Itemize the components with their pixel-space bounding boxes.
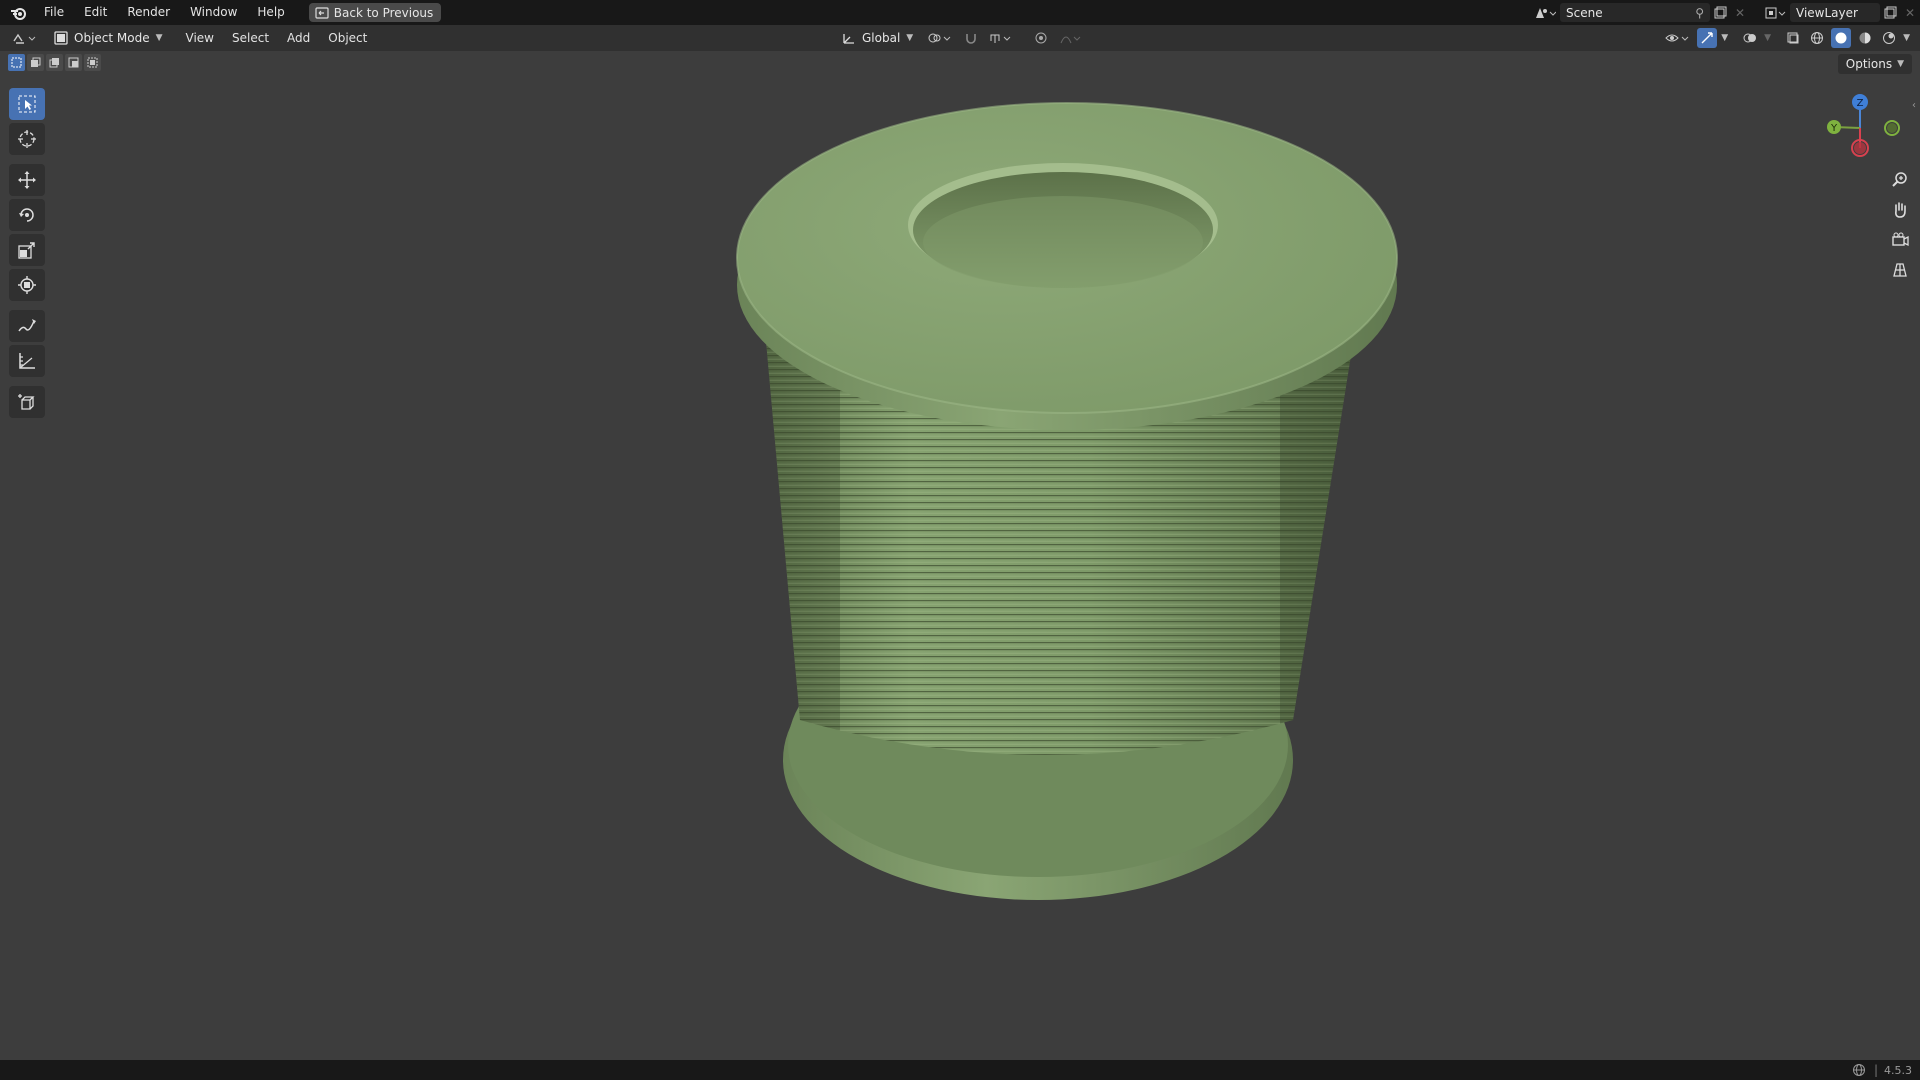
menu-file[interactable]: File <box>34 0 74 25</box>
scene-name: Scene <box>1566 5 1603 20</box>
chevron-down-icon: ▼ <box>906 33 914 43</box>
menu-help[interactable]: Help <box>247 0 294 25</box>
select-subtract-icon[interactable] <box>46 54 63 71</box>
mode-dropdown[interactable]: Object Mode ▼ <box>48 28 169 48</box>
status-divider: | <box>1873 1063 1878 1077</box>
back-to-previous-button[interactable]: Back to Previous <box>308 3 442 22</box>
tool-rotate[interactable] <box>9 199 45 231</box>
select-new-icon[interactable] <box>8 54 25 71</box>
tool-select-box[interactable] <box>9 88 45 120</box>
viewport-display-controls: ▼ ▼ ▼ <box>1663 25 1910 51</box>
delete-scene-icon[interactable]: ✕ <box>1730 3 1750 23</box>
snap-target-icon[interactable] <box>987 28 1017 48</box>
selection-mode-buttons <box>8 54 101 71</box>
wireframe-shading-icon[interactable] <box>1807 28 1827 48</box>
blender-logo-icon[interactable] <box>4 0 34 25</box>
orientation-icon <box>843 34 854 44</box>
tool-annotate[interactable] <box>9 310 45 342</box>
transform-orientation-dropdown[interactable]: Global ▼ <box>836 28 919 48</box>
gizmo-dropdown-icon[interactable]: ▼ <box>1721 33 1728 43</box>
object-mode-icon <box>54 31 68 45</box>
rotate-icon <box>19 208 34 222</box>
menu-render[interactable]: Render <box>117 0 180 25</box>
view-layer-selector[interactable]: ViewLayer <box>1790 3 1880 22</box>
tool-add-cube[interactable] <box>9 386 45 418</box>
zoom-icon[interactable] <box>1888 168 1912 192</box>
select-extend-icon[interactable] <box>27 54 44 71</box>
back-to-previous-label: Back to Previous <box>333 5 434 20</box>
tool-move[interactable] <box>9 164 45 196</box>
new-scene-icon[interactable] <box>1710 3 1730 23</box>
measure-icon <box>19 353 35 369</box>
viewport-3d-object[interactable] <box>700 90 1420 920</box>
pivot-point-icon[interactable] <box>925 28 955 48</box>
tool-scale[interactable] <box>9 234 45 266</box>
view-layer-icon[interactable] <box>1760 3 1790 23</box>
pan-hand-icon[interactable] <box>1888 198 1912 222</box>
tool-measure[interactable] <box>9 345 45 377</box>
scene-icon[interactable] <box>1530 3 1560 23</box>
snap-toggle-icon[interactable] <box>961 28 981 48</box>
scale-icon <box>18 242 35 259</box>
delete-view-layer-icon[interactable]: ✕ <box>1900 3 1920 23</box>
select-box-icon <box>18 95 36 113</box>
menu-view[interactable]: View <box>177 25 223 51</box>
gizmo-z-label: Z <box>1857 98 1864 109</box>
camera-view-icon[interactable] <box>1888 228 1912 252</box>
overlays-dropdown-icon[interactable]: ▼ <box>1764 33 1771 43</box>
transform-icon <box>18 276 36 294</box>
view-layer-name: ViewLayer <box>1796 5 1858 20</box>
menu-edit[interactable]: Edit <box>74 0 117 25</box>
status-bar: | 4.5.3 <box>0 1060 1920 1080</box>
mode-label: Object Mode <box>74 31 150 45</box>
gizmo-toggle-icon[interactable] <box>1697 28 1718 48</box>
pin-icon[interactable]: ⚲ <box>1695 6 1704 20</box>
move-icon <box>18 171 36 189</box>
menu-window[interactable]: Window <box>180 0 247 25</box>
visibility-icon[interactable] <box>1663 28 1693 48</box>
menu-add[interactable]: Add <box>278 25 319 51</box>
new-view-layer-icon[interactable] <box>1880 3 1900 23</box>
sidebar-toggle-icon[interactable]: ‹ <box>1912 100 1920 116</box>
network-globe-icon <box>1852 1064 1865 1076</box>
add-cube-icon <box>18 394 35 410</box>
transform-controls: Global ▼ <box>836 25 1083 51</box>
chevron-down-icon: ▼ <box>155 33 163 43</box>
tool-transform[interactable] <box>9 269 45 301</box>
gizmo-y-label: Y <box>1830 123 1838 134</box>
cursor-icon <box>18 130 36 148</box>
orientation-label: Global <box>862 31 901 45</box>
tool-shelf <box>9 88 45 421</box>
top-right-controls: Scene ⚲ ✕ ViewLayer ✕ <box>1530 0 1920 25</box>
version-label: 4.5.3 <box>1884 1063 1912 1077</box>
overlays-toggle-icon[interactable] <box>1740 28 1760 48</box>
viewport-nav-buttons <box>1888 168 1912 282</box>
rendered-shading-icon[interactable] <box>1879 28 1899 48</box>
viewport-header: Object Mode ▼ View Select Add Object Glo… <box>0 25 1920 51</box>
solid-shading-icon[interactable] <box>1831 28 1852 48</box>
scene-selector[interactable]: Scene ⚲ <box>1560 3 1710 22</box>
options-label: Options <box>1845 57 1893 71</box>
shading-dropdown-icon[interactable]: ▼ <box>1903 33 1910 43</box>
falloff-icon[interactable] <box>1057 28 1083 48</box>
navigation-gizmo[interactable]: Z Y <box>1806 90 1906 170</box>
menu-object[interactable]: Object <box>319 25 376 51</box>
tool-cursor[interactable] <box>9 123 45 155</box>
top-bar: File Edit Render Window Help Back to Pre… <box>0 0 1920 25</box>
proportional-editing-icon[interactable] <box>1031 28 1051 48</box>
back-icon <box>315 6 329 19</box>
select-invert-icon[interactable] <box>65 54 82 71</box>
menu-select[interactable]: Select <box>223 25 278 51</box>
select-intersect-icon[interactable] <box>84 54 101 71</box>
editor-type-icon[interactable] <box>8 28 42 48</box>
annotate-icon <box>18 319 36 332</box>
material-shading-icon[interactable] <box>1855 28 1875 48</box>
chevron-down-icon: ▼ <box>1897 59 1904 69</box>
perspective-grid-icon[interactable] <box>1888 258 1912 282</box>
xray-toggle-icon[interactable] <box>1783 28 1803 48</box>
options-dropdown[interactable]: Options ▼ <box>1837 54 1912 74</box>
